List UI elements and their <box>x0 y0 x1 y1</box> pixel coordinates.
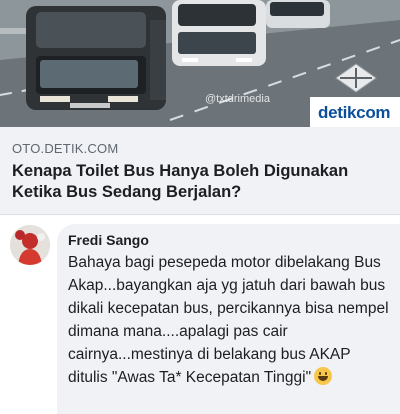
comment-author[interactable]: Fredi Sango <box>68 232 149 248</box>
commenter-avatar[interactable] <box>10 225 50 265</box>
avatar-photo <box>10 225 50 265</box>
comment-bubble: Fredi Sango Bahaya bagi pesepeda motor d… <box>57 224 400 414</box>
section-divider <box>0 214 400 215</box>
detikcom-logo: detikcom <box>318 103 391 122</box>
comment-text-block: Bahaya bagi pesepeda motor dibelakang Bu… <box>68 251 393 389</box>
preview-headline[interactable]: Kenapa Toilet Bus Hanya Boleh Digunakan … <box>12 161 388 203</box>
comment-text: Bahaya bagi pesepeda motor dibelakang Bu… <box>68 254 389 386</box>
preview-meta: OTO.DETIK.COM Kenapa Toilet Bus Hanya Bo… <box>12 141 388 203</box>
grinning-face-emoji-icon <box>314 367 333 385</box>
preview-domain: OTO.DETIK.COM <box>12 141 119 156</box>
image-watermark: @txtdrimedia <box>205 93 270 105</box>
bus-front <box>26 6 166 110</box>
bus-far <box>266 0 330 28</box>
link-preview-card[interactable]: @txtdrimedia detikcom OTO.DETIK.COM Kena… <box>0 0 400 214</box>
bus-middle <box>172 0 266 66</box>
preview-image[interactable]: @txtdrimedia detikcom <box>0 0 400 127</box>
